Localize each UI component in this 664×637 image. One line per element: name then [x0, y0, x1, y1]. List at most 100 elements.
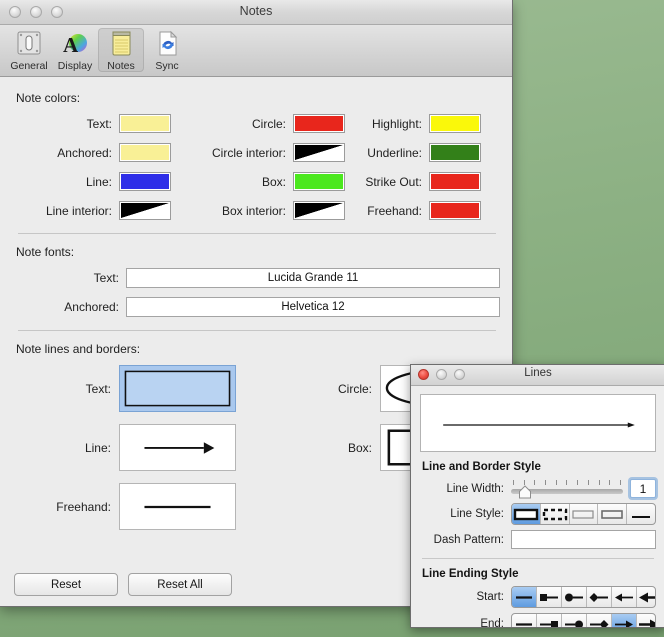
color-swatch-anchored[interactable]: [119, 143, 171, 162]
toolbar-item-sync[interactable]: Sync: [144, 28, 190, 72]
line-style-option-medium-box[interactable]: [598, 504, 628, 524]
solid-box-icon: [513, 508, 539, 520]
line-and-border-style-heading: Line and Border Style: [422, 461, 541, 473]
preview-label-circle: Circle:: [337, 381, 372, 396]
color-label-box-interior: Box interior:: [221, 203, 286, 218]
start-ending-option-square[interactable]: [537, 587, 562, 607]
reset-all-button[interactable]: Reset All: [128, 573, 232, 596]
reset-button[interactable]: Reset: [14, 573, 118, 596]
window-titlebar[interactable]: Notes: [0, 0, 512, 25]
preview-freehand[interactable]: [119, 483, 236, 530]
divider-colors-fonts: [18, 233, 496, 234]
color-label-circle: Circle:: [251, 116, 286, 131]
color-fill-highlight: [431, 116, 479, 131]
start-ending-option-diamond[interactable]: [587, 587, 612, 607]
toolbar-item-display[interactable]: A Display: [52, 28, 98, 72]
toolbar-item-general-label: General: [10, 60, 48, 72]
divider-fonts-lines: [18, 330, 496, 331]
line-style-option-underline-only[interactable]: [627, 504, 655, 524]
preview-text[interactable]: [119, 365, 236, 412]
preview-line[interactable]: [119, 424, 236, 471]
font-field-anchored[interactable]: Helvetica 12: [126, 297, 500, 317]
start-ending-option-plain[interactable]: [512, 587, 537, 607]
color-swatch-highlight[interactable]: [429, 114, 481, 133]
color-swatch-freehand[interactable]: [429, 201, 481, 220]
line-style-option-solid-box[interactable]: [512, 504, 541, 524]
start-ending-option-filled-arrow[interactable]: [637, 587, 655, 607]
underline-only-icon: [632, 515, 651, 518]
plain-end-icon: [516, 622, 532, 626]
square-end-icon: [540, 620, 558, 627]
color-swatch-circle-interior[interactable]: [293, 143, 345, 162]
rectangle-shape-icon: [124, 370, 231, 407]
end-ending-option-open-arrow[interactable]: [612, 614, 637, 627]
line-width-slider[interactable]: [511, 479, 623, 499]
color-swatch-line[interactable]: [119, 172, 171, 191]
end-ending-segmented-control: [511, 613, 656, 627]
end-ending-option-square[interactable]: [537, 614, 562, 627]
end-ending-row: End:: [420, 613, 656, 627]
circle-end-icon: [565, 620, 583, 627]
end-ending-option-filled-arrow[interactable]: [637, 614, 655, 627]
line-width-value-field[interactable]: 1: [630, 479, 656, 498]
note-fonts-heading: Note fonts:: [16, 245, 75, 259]
font-row-anchored: Anchored: Helvetica 12: [14, 297, 500, 317]
plain-end-icon: [516, 595, 532, 599]
line-style-option-dashed-box[interactable]: [541, 504, 570, 524]
color-fill-circle: [295, 116, 343, 131]
toolbar-item-general[interactable]: General: [6, 28, 52, 72]
font-field-text[interactable]: Lucida Grande 11: [126, 268, 500, 288]
inspector-title: Lines: [524, 367, 552, 379]
color-swatch-underline[interactable]: [429, 143, 481, 162]
color-swatch-box-interior[interactable]: [293, 201, 345, 220]
color-swatch-strike-out[interactable]: [429, 172, 481, 191]
dash-pattern-label: Dash Pattern:: [433, 533, 504, 546]
preview-label-text: Text:: [85, 381, 111, 396]
color-fill-freehand: [431, 203, 479, 218]
filled-arrow-end-icon: [639, 619, 655, 627]
color-fill-line: [121, 174, 169, 189]
arrow-line-shape-icon: [443, 422, 635, 428]
inspector-line-preview[interactable]: [420, 394, 656, 452]
note-fonts-group: Text: Lucida Grande 11 Anchored: Helveti…: [14, 268, 500, 317]
slider-knob[interactable]: [518, 484, 532, 499]
color-label-highlight: Highlight:: [371, 116, 422, 131]
end-ending-option-plain[interactable]: [512, 614, 537, 627]
notes-pad-icon: [106, 29, 136, 59]
color-swatch-text[interactable]: [119, 114, 171, 133]
plain-line-shape-icon: [144, 505, 211, 509]
color-swatch-line-interior[interactable]: [119, 201, 171, 220]
color-label-strike-out: Strike Out:: [365, 174, 422, 189]
start-ending-label: Start:: [476, 591, 504, 603]
start-ending-segmented-control: [511, 586, 656, 608]
display-colorwheel-icon: A: [60, 29, 90, 59]
line-width-row: Line Width: 1: [420, 479, 656, 498]
line-style-row: Line Style:: [420, 503, 656, 525]
note-lines-heading: Note lines and borders:: [16, 342, 141, 356]
open-arrow-start-icon: [615, 593, 633, 601]
end-ending-option-diamond[interactable]: [587, 614, 612, 627]
line-style-option-thin-box[interactable]: [570, 504, 599, 524]
color-fill-box: [295, 174, 343, 189]
color-swatch-box[interactable]: [293, 172, 345, 191]
color-label-anchored: Anchored:: [57, 145, 112, 160]
color-fill-box-interior: [295, 203, 343, 218]
dash-pattern-input[interactable]: [511, 530, 656, 549]
color-swatch-circle[interactable]: [293, 114, 345, 133]
start-ending-option-circle[interactable]: [562, 587, 587, 607]
lines-inspector-panel: Lines Line and Border Style Line Width:: [410, 364, 664, 628]
end-ending-option-circle[interactable]: [562, 614, 587, 627]
color-label-underline: Underline:: [367, 145, 422, 160]
start-ending-option-open-arrow[interactable]: [612, 587, 637, 607]
note-colors-heading: Note colors:: [16, 91, 81, 105]
medium-box-icon: [601, 509, 624, 519]
color-fill-text: [121, 116, 169, 131]
inspector-titlebar[interactable]: Lines: [411, 365, 664, 386]
toolbar-item-notes[interactable]: Notes: [98, 28, 144, 72]
preview-label-line: Line:: [84, 440, 111, 455]
toolbar-item-sync-label: Sync: [155, 60, 179, 72]
font-label-anchored: Anchored:: [64, 300, 119, 314]
toolbar-item-notes-label: Notes: [107, 60, 135, 72]
color-fill-line-interior: [121, 203, 169, 218]
diamond-end-icon: [590, 619, 609, 627]
